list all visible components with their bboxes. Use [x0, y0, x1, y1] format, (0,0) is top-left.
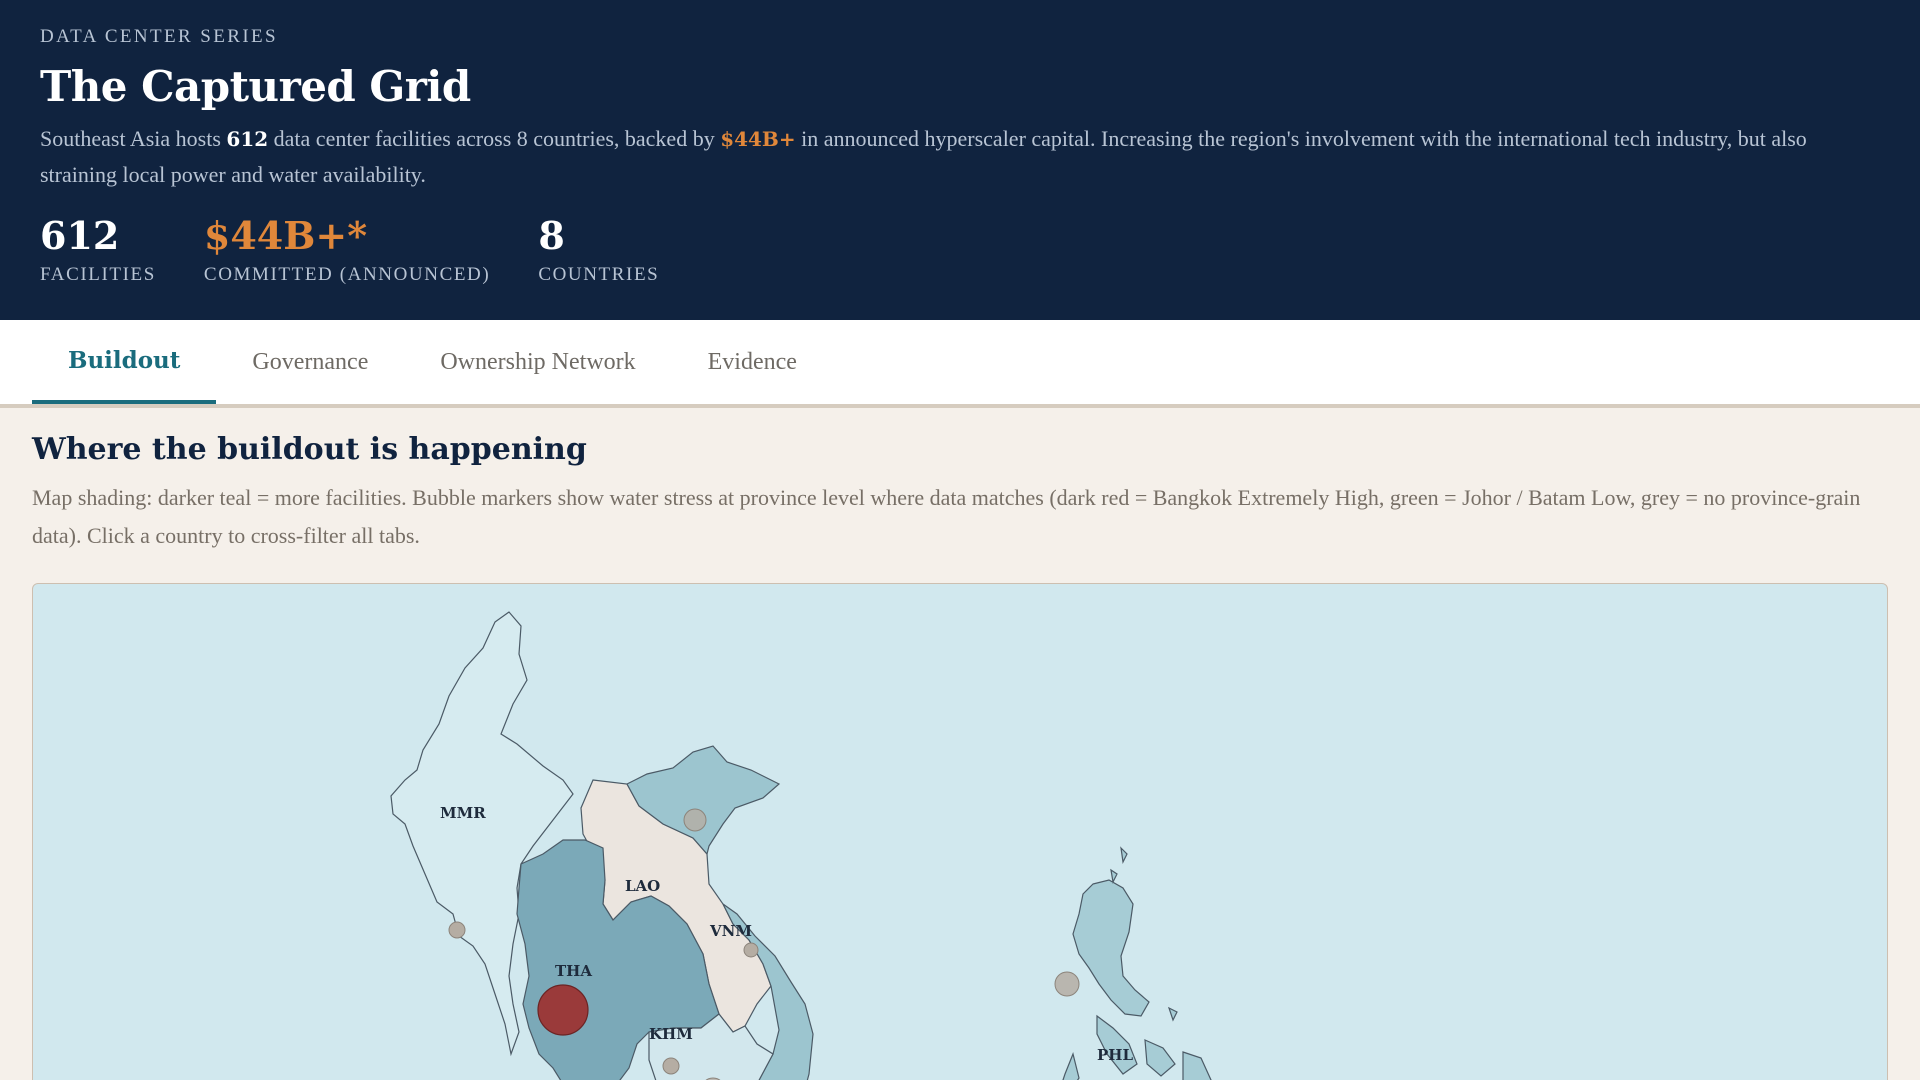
country-phl[interactable]: [1059, 846, 1217, 1080]
stat-countries: 8 COUNTRIES: [538, 213, 659, 286]
stat-committed: $44B+* COMMITTED (ANNOUNCED): [204, 213, 490, 286]
stat-label: FACILITIES: [40, 264, 156, 285]
subtitle-text-1: Southeast Asia hosts: [40, 126, 227, 151]
tab-buildout[interactable]: Buildout: [32, 320, 217, 404]
section-description: Map shading: darker teal = more faciliti…: [32, 485, 1861, 548]
water-stress-bubble[interactable]: [683, 808, 707, 832]
water-stress-bubble[interactable]: [1054, 971, 1080, 997]
tab-bar: Buildout Governance Ownership Network Ev…: [0, 320, 1920, 408]
water-stress-bubble[interactable]: [448, 921, 466, 939]
label-khm: KHM: [649, 1025, 693, 1043]
series-eyebrow: DATA CENTER SERIES: [40, 26, 279, 47]
subtitle-text-2: data center facilities across 8 countrie…: [268, 126, 721, 151]
label-mmr: MMR: [440, 804, 486, 822]
section-title: Where the buildout is happening: [32, 432, 587, 467]
label-phl: PHL: [1097, 1046, 1133, 1064]
stat-facilities: 612 FACILITIES: [40, 213, 156, 286]
subtitle-capital: $44B+: [720, 127, 796, 151]
hero-header: DATA CENTER SERIES The Captured Grid Sou…: [0, 0, 1920, 320]
water-stress-bubble-bangkok[interactable]: [537, 984, 589, 1036]
stat-value: $44B+*: [203, 213, 368, 258]
stat-label: COUNTRIES: [538, 264, 660, 285]
region-map[interactable]: MMR LAO THA VNM KHM PHL: [33, 584, 1888, 1080]
page-title: The Captured Grid: [40, 62, 471, 111]
stat-value: 612: [40, 213, 120, 258]
page-subtitle: Southeast Asia hosts 612 data center fac…: [40, 121, 1840, 193]
subtitle-facilities-count: 612: [226, 127, 269, 151]
water-stress-bubble[interactable]: [743, 942, 759, 958]
stat-value: 8: [538, 213, 565, 258]
stats-row: 612 FACILITIES $44B+* COMMITTED (ANNOUNC…: [40, 213, 1880, 286]
label-vnm: VNM: [709, 922, 752, 940]
tab-ownership-network[interactable]: Ownership Network: [404, 320, 671, 404]
label-lao: LAO: [625, 877, 660, 895]
buildout-section: Where the buildout is happening Map shad…: [0, 408, 1920, 1080]
stat-label: COMMITTED (ANNOUNCED): [203, 264, 491, 285]
water-stress-bubble[interactable]: [662, 1057, 680, 1075]
tab-evidence[interactable]: Evidence: [672, 320, 833, 404]
tab-governance[interactable]: Governance: [216, 320, 404, 404]
label-tha: THA: [555, 962, 592, 980]
map-panel[interactable]: MMR LAO THA VNM KHM PHL: [32, 583, 1888, 1080]
